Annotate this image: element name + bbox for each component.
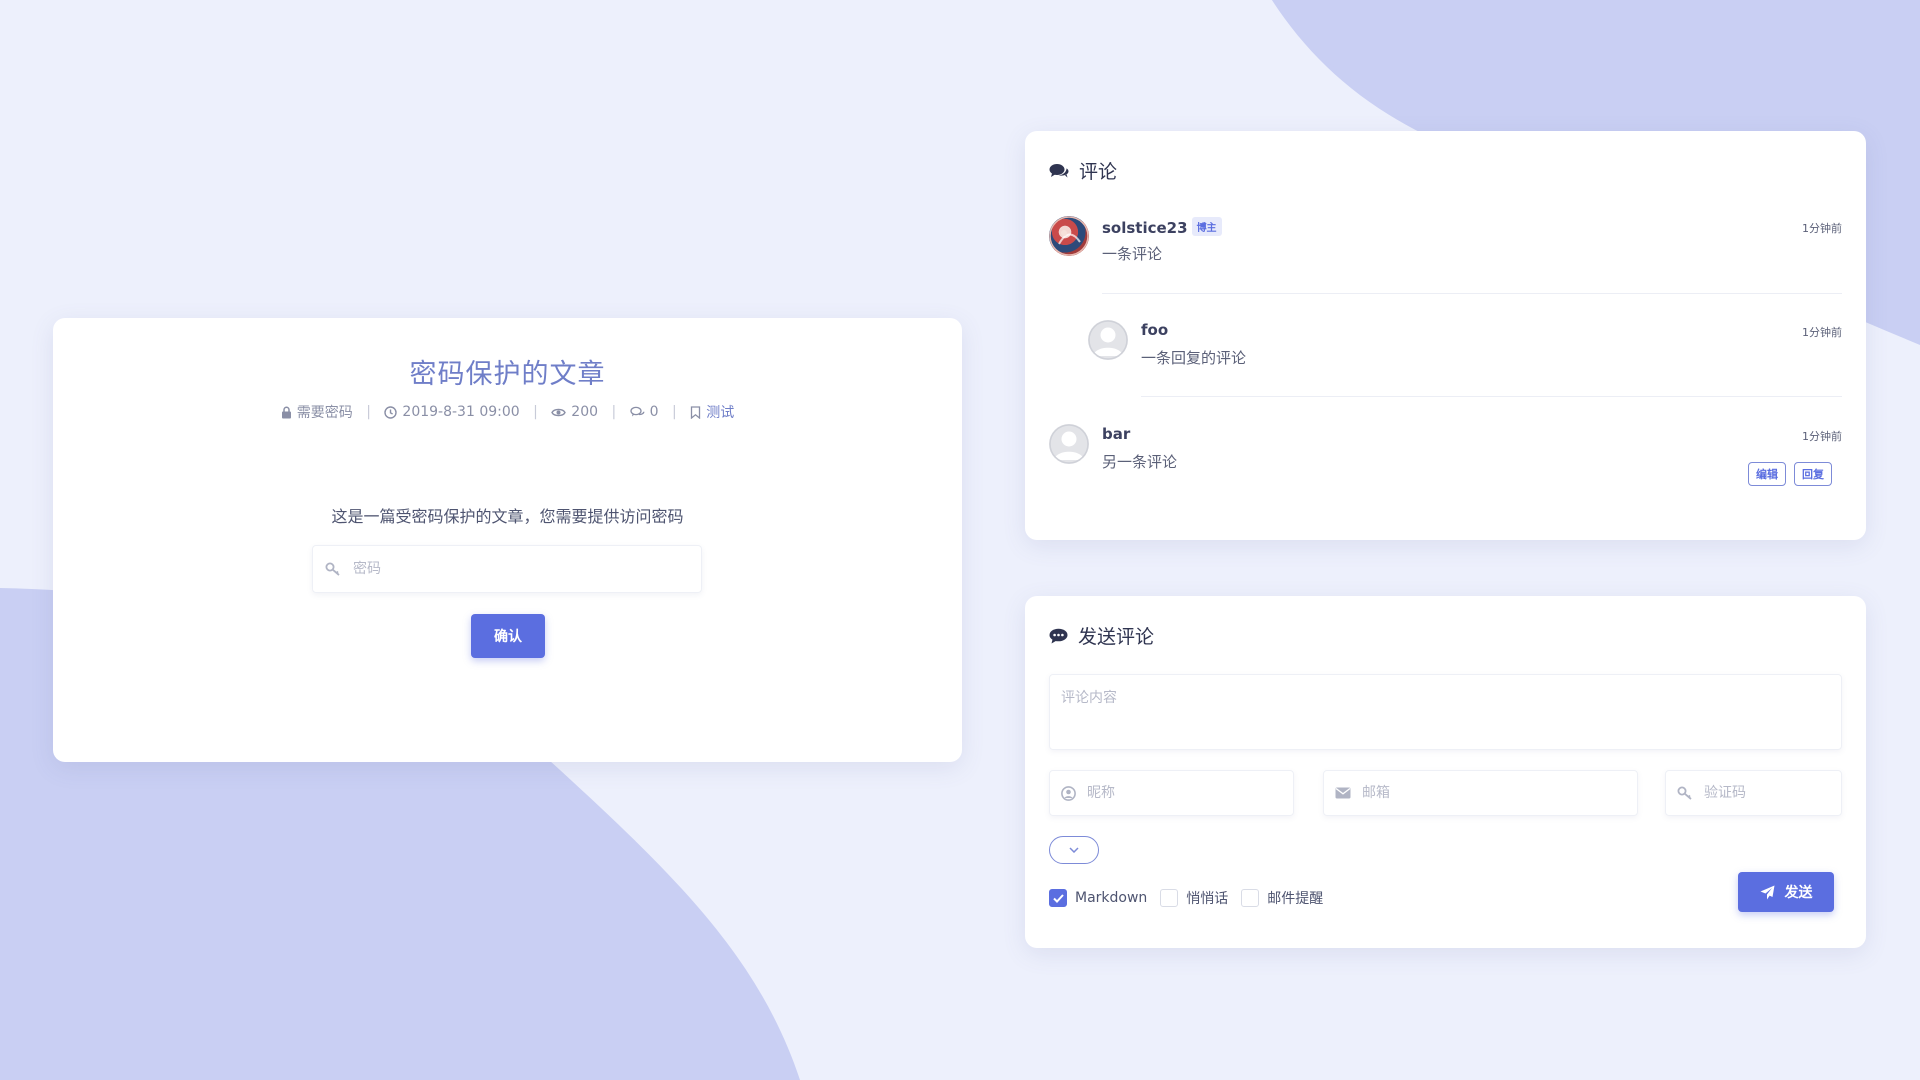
clock-icon: [384, 405, 398, 419]
meta-lock: 需要密码: [281, 402, 353, 422]
check-icon: [1052, 893, 1064, 903]
meta-tag[interactable]: 测试: [690, 402, 734, 422]
expand-toggle[interactable]: [1049, 836, 1099, 864]
post-meta: 需要密码 | 2019-8-31 09:00 | 200 | 0 | 测试: [53, 402, 962, 422]
comment-text: 另一条评论: [1102, 453, 1178, 471]
avatar: [1088, 320, 1128, 360]
comment-text: 一条回复的评论: [1141, 349, 1247, 367]
comments-card: 评论 solstice23 博主 一条评论 1分钟前 foo 一条回复的评论 1分…: [1025, 131, 1866, 540]
email-input[interactable]: [1360, 784, 1606, 802]
markdown-checkbox[interactable]: [1049, 889, 1067, 907]
comment-item: solstice23 博主 一条评论 1分钟前: [1049, 216, 1842, 264]
whisper-label: 悄悄话: [1186, 891, 1229, 907]
mail-notify-checkbox[interactable]: [1241, 889, 1260, 907]
mail-notify-label: 邮件提醒: [1267, 891, 1324, 907]
lock-icon: [281, 406, 291, 418]
captcha-field[interactable]: [1665, 770, 1842, 816]
password-input[interactable]: [351, 560, 675, 578]
reply-button[interactable]: 回复: [1794, 462, 1832, 486]
comment-text: 一条评论: [1102, 245, 1163, 263]
whisper-checkbox[interactable]: [1160, 889, 1179, 907]
send-comment-card: 发送评论 Markdown 悄悄话 邮件提醒: [1025, 596, 1866, 948]
post-title: 密码保护的文章: [409, 359, 606, 390]
comments-icon: [630, 406, 645, 417]
comment-content-input[interactable]: [1050, 675, 1841, 749]
comment-divider: [1102, 293, 1842, 294]
send-button-label: 发送: [1784, 885, 1813, 901]
comment-dots-icon: [1049, 628, 1068, 643]
comment-options: Markdown 悄悄话 邮件提醒: [1049, 888, 1336, 908]
markdown-label: Markdown: [1075, 890, 1148, 906]
email-field[interactable]: [1323, 770, 1638, 816]
send-comment-header: 发送评论: [1049, 622, 1154, 649]
confirm-button[interactable]: 确认: [471, 614, 545, 658]
edit-button[interactable]: 编辑: [1748, 462, 1786, 486]
comments-header: 评论: [1049, 157, 1117, 184]
nickname-input[interactable]: [1085, 784, 1275, 802]
key-icon: [1677, 786, 1692, 800]
comments-icon: [1049, 163, 1069, 178]
password-post-card: 密码保护的文章 需要密码 | 2019-8-31 09:00 | 200 | 0…: [53, 318, 962, 762]
comment-author-name[interactable]: solstice23: [1102, 219, 1188, 237]
comment-time: 1分钟前: [1802, 222, 1842, 235]
avatar: [1049, 424, 1089, 464]
option-markdown[interactable]: Markdown: [1049, 889, 1147, 907]
option-whisper[interactable]: 悄悄话: [1160, 888, 1228, 908]
comment-author[interactable]: bar: [1102, 425, 1130, 443]
comment-time: 1分钟前: [1802, 326, 1842, 339]
paper-plane-icon: [1760, 885, 1774, 899]
meta-views-value: 200: [571, 404, 599, 420]
meta-separator: |: [366, 404, 371, 420]
nickname-field[interactable]: [1049, 770, 1294, 816]
meta-datetime-value: 2019-8-31 09:00: [402, 404, 520, 420]
meta-separator: |: [672, 404, 677, 420]
meta-lock-label: 需要密码: [296, 405, 353, 421]
comment-author[interactable]: solstice23 博主: [1102, 217, 1222, 237]
key-icon: [325, 562, 340, 576]
password-field[interactable]: [312, 545, 702, 593]
password-notice: 这是一篇受密码保护的文章，您需要提供访问密码: [331, 507, 684, 526]
bookmark-icon: [691, 405, 701, 419]
meta-views: 200: [551, 404, 598, 420]
comment-divider: [1141, 396, 1842, 397]
user-circle-icon: [1061, 785, 1076, 801]
meta-comments-value: 0: [649, 404, 659, 420]
meta-datetime: 2019-8-31 09:00: [384, 404, 520, 420]
option-mail-notify[interactable]: 邮件提醒: [1241, 888, 1323, 908]
admin-badge: 博主: [1191, 217, 1222, 236]
send-button[interactable]: 发送: [1738, 872, 1834, 912]
meta-tag-link[interactable]: 测试: [706, 402, 734, 422]
meta-comments: 0: [630, 404, 659, 420]
comment-item: bar 另一条评论 1分钟前 编辑 回复: [1049, 424, 1842, 504]
meta-separator: |: [611, 404, 617, 420]
comment-content-field[interactable]: [1049, 674, 1842, 750]
comment-time: 1分钟前: [1802, 430, 1842, 443]
comment-actions: 编辑 回复: [1748, 462, 1842, 488]
chevron-down-icon: [1069, 847, 1079, 853]
comment-item: foo 一条回复的评论 1分钟前: [1088, 320, 1842, 368]
send-comment-heading: 发送评论: [1078, 626, 1155, 648]
envelope-icon: [1335, 787, 1351, 799]
eye-icon: [551, 408, 567, 416]
avatar: [1049, 216, 1089, 256]
captcha-input[interactable]: [1702, 784, 1838, 802]
comments-heading: 评论: [1079, 161, 1118, 183]
comment-author[interactable]: foo: [1141, 321, 1168, 339]
meta-separator: |: [533, 404, 538, 420]
